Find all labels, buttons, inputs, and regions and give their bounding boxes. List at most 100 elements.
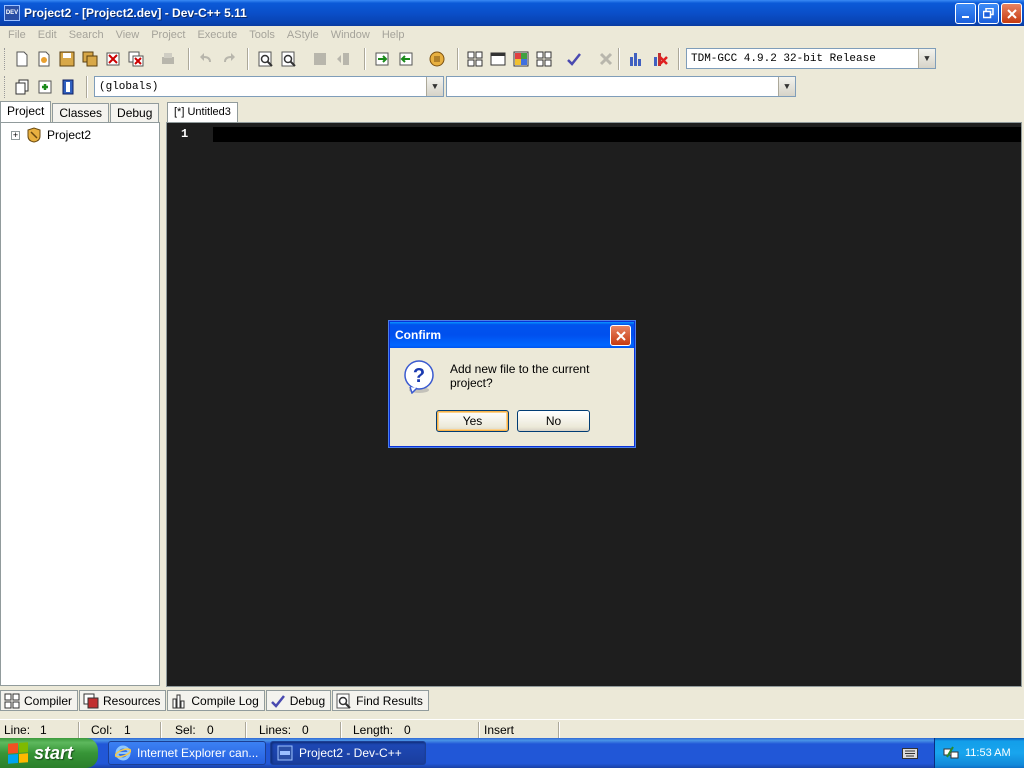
dialog-title-bar[interactable]: Confirm: [390, 322, 634, 348]
project-options-icon: [429, 51, 445, 67]
status-insert-mode: Insert: [484, 723, 515, 737]
undo-button[interactable]: [196, 49, 216, 69]
delete-profile-button[interactable]: [650, 49, 670, 69]
menu-view[interactable]: View: [110, 29, 146, 41]
title-bar[interactable]: DEV Project2 - [Project2.dev] - Dev-C++ …: [0, 0, 1024, 26]
status-line-value: 1: [40, 723, 47, 737]
checkmark-icon: [270, 694, 285, 708]
unindent-button[interactable]: [333, 49, 353, 69]
no-button[interactable]: No: [517, 410, 590, 432]
tab-debug-output[interactable]: Debug: [265, 690, 332, 711]
status-sel-value: 0: [207, 723, 214, 737]
save-icon: [59, 51, 75, 67]
expand-icon[interactable]: +: [11, 130, 20, 140]
ie-icon: [115, 745, 131, 761]
tab-compiler[interactable]: Compiler: [0, 690, 79, 711]
toggle-bookmark-button[interactable]: [35, 77, 55, 97]
close-button[interactable]: [1001, 3, 1022, 24]
save-all-button[interactable]: [80, 49, 100, 69]
editor-tab-untitled3[interactable]: [*] Untitled3: [167, 102, 238, 123]
taskbar-item-ie[interactable]: Internet Explorer can...: [108, 741, 266, 765]
compile-run-button[interactable]: [511, 49, 531, 69]
taskbar: start Internet Explorer can... Project2 …: [0, 738, 1024, 768]
restore-button[interactable]: [978, 3, 999, 24]
tab-classes[interactable]: Classes: [52, 103, 110, 122]
toolbar-grip[interactable]: [4, 76, 7, 98]
menu-execute[interactable]: Execute: [191, 29, 243, 41]
tab-debug[interactable]: Debug: [110, 103, 160, 122]
syntax-check-button[interactable]: [564, 49, 584, 69]
tab-resources[interactable]: Resources: [79, 690, 167, 711]
goto-back-button[interactable]: [396, 49, 416, 69]
find-button[interactable]: [256, 49, 276, 69]
toolbar-grip[interactable]: [4, 48, 7, 70]
stop-execution-button[interactable]: [596, 49, 616, 69]
tab-label: Compile Log: [191, 693, 259, 708]
new-file-button[interactable]: [12, 49, 32, 69]
close-all-button[interactable]: [126, 49, 146, 69]
chevron-down-icon[interactable]: ▼: [426, 77, 443, 96]
tree-item-project[interactable]: + Project2: [1, 126, 159, 144]
menu-edit[interactable]: Edit: [32, 29, 63, 41]
tab-find-results[interactable]: Find Results: [332, 690, 429, 711]
run-button[interactable]: [488, 49, 508, 69]
undo-icon: [200, 53, 211, 62]
insert-button[interactable]: [12, 77, 32, 97]
menu-astyle[interactable]: AStyle: [281, 29, 325, 41]
network-icon[interactable]: [943, 745, 959, 761]
dialog-close-button[interactable]: [610, 325, 631, 346]
keyboard-icon[interactable]: [902, 746, 918, 760]
compiler-select[interactable]: TDM-GCC 4.9.2 32-bit Release ▼: [686, 48, 936, 69]
menu-help[interactable]: Help: [376, 29, 411, 41]
insert-icon: [15, 79, 29, 95]
project-options-button[interactable]: [427, 49, 447, 69]
clock[interactable]: 11:53 AM: [965, 747, 1011, 759]
replace-button[interactable]: [279, 49, 299, 69]
goto-forward-icon: [375, 52, 389, 66]
minimize-button[interactable]: [955, 3, 976, 24]
menu-file[interactable]: File: [2, 29, 32, 41]
devcpp-icon: [277, 745, 293, 761]
run-icon: [490, 52, 506, 66]
close-file-icon: [106, 52, 120, 66]
checkmark-icon: [567, 53, 581, 66]
replace-icon: [281, 51, 296, 67]
menu-tools[interactable]: Tools: [243, 29, 281, 41]
redo-button[interactable]: [219, 49, 239, 69]
close-icon: [1006, 8, 1017, 19]
system-tray: 11:53 AM: [934, 738, 1024, 768]
rebuild-all-button[interactable]: [534, 49, 554, 69]
goto-bookmark-button[interactable]: [58, 77, 78, 97]
menu-project[interactable]: Project: [145, 29, 191, 41]
yes-button[interactable]: Yes: [436, 410, 509, 432]
start-label: start: [34, 742, 74, 763]
tree-item-label: Project2: [47, 128, 92, 142]
print-button[interactable]: [158, 49, 178, 69]
open-button[interactable]: [34, 49, 54, 69]
goto-bookmark-icon: [62, 79, 74, 95]
goto-forward-button[interactable]: [372, 49, 392, 69]
member-select[interactable]: ▼: [446, 76, 796, 97]
menu-search[interactable]: Search: [63, 29, 110, 41]
start-button[interactable]: start: [0, 738, 98, 768]
profile-button[interactable]: [626, 49, 646, 69]
current-line-highlight: [213, 127, 1021, 142]
tab-label: Resources: [103, 693, 161, 708]
chart-icon: [172, 694, 185, 708]
chevron-down-icon[interactable]: ▼: [778, 77, 795, 96]
chevron-down-icon[interactable]: ▼: [918, 49, 935, 68]
secondary-toolbar: (globals) ▼ ▼: [0, 73, 1024, 101]
indent-button[interactable]: [310, 49, 330, 69]
menu-window[interactable]: Window: [325, 29, 376, 41]
tab-project[interactable]: Project: [0, 101, 52, 122]
taskbar-item-devcpp[interactable]: Project2 - Dev-C++: [270, 741, 426, 765]
tab-compile-log[interactable]: Compile Log: [167, 690, 265, 711]
save-button[interactable]: [57, 49, 77, 69]
compile-button[interactable]: [465, 49, 485, 69]
status-bar: Line: 1 Col: 1 Sel: 0 Lines: 0 Length: 0…: [0, 719, 1024, 739]
close-file-button[interactable]: [103, 49, 123, 69]
chart-icon: [630, 53, 641, 66]
window-title: Project2 - [Project2.dev] - Dev-C++ 5.11: [24, 6, 247, 20]
goto-back-icon: [399, 52, 413, 66]
scope-select[interactable]: (globals) ▼: [94, 76, 444, 97]
